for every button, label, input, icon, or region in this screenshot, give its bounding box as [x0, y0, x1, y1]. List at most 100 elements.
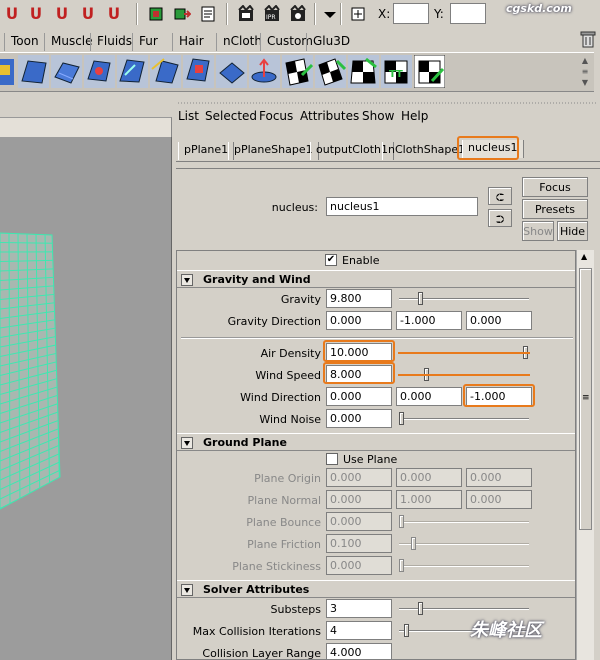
plane-friction-slider[interactable] [399, 537, 529, 551]
shelf-tab-fluids[interactable]: Fluids [90, 33, 138, 51]
wind-direction-x-field[interactable]: 0.000 [326, 387, 392, 406]
output-lines-icon[interactable] [172, 4, 192, 24]
create-ncloth-icon[interactable] [18, 55, 49, 88]
substeps-slider[interactable] [399, 602, 529, 616]
collision-layer-range-field[interactable]: 4.000 [326, 643, 392, 659]
checker-deform-icon[interactable] [282, 55, 313, 88]
plane-bounce-slider[interactable] [399, 515, 529, 529]
render-settings-icon[interactable] [288, 4, 308, 24]
plane-friction-field[interactable]: 0.100 [326, 534, 392, 553]
plane-origin-z-field[interactable]: 0.000 [466, 468, 532, 487]
show-button[interactable]: Show [522, 221, 554, 241]
menu-selected[interactable]: Selected [205, 109, 257, 123]
shelf-scroll-down-icon[interactable]: ▼ [576, 78, 594, 87]
presets-button[interactable]: Presets [522, 199, 588, 219]
max-collision-iterations-field[interactable]: 4 [326, 621, 392, 640]
scrollbar-thumb[interactable]: ≡ [579, 268, 592, 530]
ncloth-cache-icon[interactable] [117, 55, 148, 88]
menu-list[interactable]: List [178, 109, 199, 123]
plane-stickiness-slider[interactable] [399, 559, 529, 573]
shelf-tab-glu3d[interactable]: Glu3D [306, 33, 356, 51]
node-name-field[interactable]: nucleus1 [326, 197, 478, 216]
transform-constraint-icon[interactable] [183, 55, 214, 88]
snap-to-curves-icon[interactable]: ᑌ [26, 4, 46, 24]
input-connections-icon[interactable]: ⮈ [488, 187, 512, 205]
point-to-surface-icon[interactable] [216, 55, 247, 88]
use-plane-label: Use Plane [343, 453, 398, 466]
render-current-frame-icon[interactable] [236, 4, 256, 24]
trash-icon[interactable] [580, 30, 596, 48]
checker-tear-icon[interactable]: TT [381, 55, 412, 88]
plane-normal-z-field[interactable]: 0.000 [466, 490, 532, 509]
checker-select-icon[interactable] [414, 55, 445, 88]
coord-x-field[interactable] [393, 3, 429, 24]
snap-to-view-planes-icon[interactable]: ᑌ [78, 4, 98, 24]
toolbar-separator [340, 3, 342, 25]
gravity-direction-x-field[interactable]: 0.000 [326, 311, 392, 330]
plane-friction-label: Plane Friction [247, 538, 321, 551]
collapse-arrow-icon[interactable] [181, 274, 193, 286]
enable-checkbox[interactable]: ✔ [325, 254, 337, 266]
checker-wrap-icon[interactable] [315, 55, 346, 88]
collapse-arrow-icon[interactable] [181, 584, 193, 596]
absolute-transform-icon[interactable] [348, 4, 368, 24]
shelf-tab-toon[interactable]: Toon [4, 33, 45, 51]
shelf-menu-icon[interactable]: ≡ [576, 67, 594, 76]
output-connections-icon[interactable]: ⮊ [488, 209, 512, 227]
create-constraint-icon[interactable] [150, 55, 181, 88]
checker-attach-icon[interactable] [348, 55, 379, 88]
snap-to-points-icon[interactable]: ᑌ [52, 4, 72, 24]
snap-to-grids-icon[interactable]: ᑌ [2, 4, 22, 24]
gravity-slider[interactable] [399, 292, 529, 306]
plane-stickiness-label: Plane Stickiness [232, 560, 321, 573]
attribute-scrollbar[interactable]: ▲ ≡ [576, 250, 594, 660]
wind-noise-slider[interactable] [399, 412, 529, 426]
menu-attributes[interactable]: Attributes [300, 109, 359, 123]
focus-button[interactable]: Focus [522, 177, 588, 197]
create-field-icon[interactable] [249, 55, 280, 88]
collision-layer-range-label: Collision Layer Range [202, 647, 321, 660]
gravity-direction-y-field[interactable]: -1.000 [396, 311, 462, 330]
panel-drag-grip[interactable] [178, 96, 598, 104]
shelf-scroll-arrows[interactable]: ▲ ≡ ▼ [576, 52, 594, 92]
attribute-list: ✔ Enable Gravity and Wind Gravity 9.800 … [176, 250, 576, 660]
attribute-editor-menubar: List Selected Focus Attributes Show Help [176, 106, 600, 126]
plane-stickiness-field[interactable]: 0.000 [326, 556, 392, 575]
plane-bounce-field[interactable]: 0.000 [326, 512, 392, 531]
wind-direction-y-field[interactable]: 0.000 [396, 387, 462, 406]
menu-show[interactable]: Show [362, 109, 394, 123]
collapse-arrow-icon[interactable] [181, 437, 193, 449]
hide-button[interactable]: Hide [557, 221, 588, 241]
wind-noise-field[interactable]: 0.000 [326, 409, 392, 428]
section-gravity-wind[interactable]: Gravity and Wind [177, 270, 575, 288]
scroll-up-icon[interactable]: ▲ [581, 252, 587, 261]
remove-ncloth-icon[interactable] [84, 55, 115, 88]
section-ground-plane[interactable]: Ground Plane [177, 433, 575, 451]
shelf-tab-hair[interactable]: Hair [172, 33, 210, 51]
viewport-3d[interactable] [0, 137, 172, 660]
section-solver-attributes[interactable]: Solver Attributes [177, 580, 575, 598]
coord-y-field[interactable] [450, 3, 486, 24]
construction-history-icon[interactable] [198, 4, 218, 24]
menu-help[interactable]: Help [401, 109, 428, 123]
selection-input-icon[interactable] [320, 4, 340, 24]
gravity-field[interactable]: 9.800 [326, 289, 392, 308]
shelf-partial-icon[interactable] [0, 55, 17, 88]
plane-origin-x-field[interactable]: 0.000 [326, 468, 392, 487]
make-live-icon[interactable]: ᑌ [104, 4, 124, 24]
gravity-direction-z-field[interactable]: 0.000 [466, 311, 532, 330]
menu-focus[interactable]: Focus [259, 109, 293, 123]
input-lines-icon[interactable] [146, 4, 166, 24]
use-plane-checkbox[interactable] [326, 453, 338, 465]
create-passive-collider-icon[interactable] [51, 55, 82, 88]
tab-pplaneshape1[interactable]: pPlaneShape1 [228, 142, 319, 160]
substeps-field[interactable]: 3 [326, 599, 392, 618]
status-line-toolbar: ᑌ ᑌ ᑌ ᑌ ᑌ IPR X: Y: cgskd.com [0, 0, 600, 28]
shelf-tab-fur[interactable]: Fur [132, 33, 164, 51]
tab-pplane1[interactable]: pPlane1 [178, 142, 235, 160]
plane-normal-x-field[interactable]: 0.000 [326, 490, 392, 509]
ipr-render-icon[interactable]: IPR [262, 4, 282, 24]
shelf-scroll-up-icon[interactable]: ▲ [576, 56, 594, 65]
plane-origin-y-field[interactable]: 0.000 [396, 468, 462, 487]
plane-normal-y-field[interactable]: 1.000 [396, 490, 462, 509]
